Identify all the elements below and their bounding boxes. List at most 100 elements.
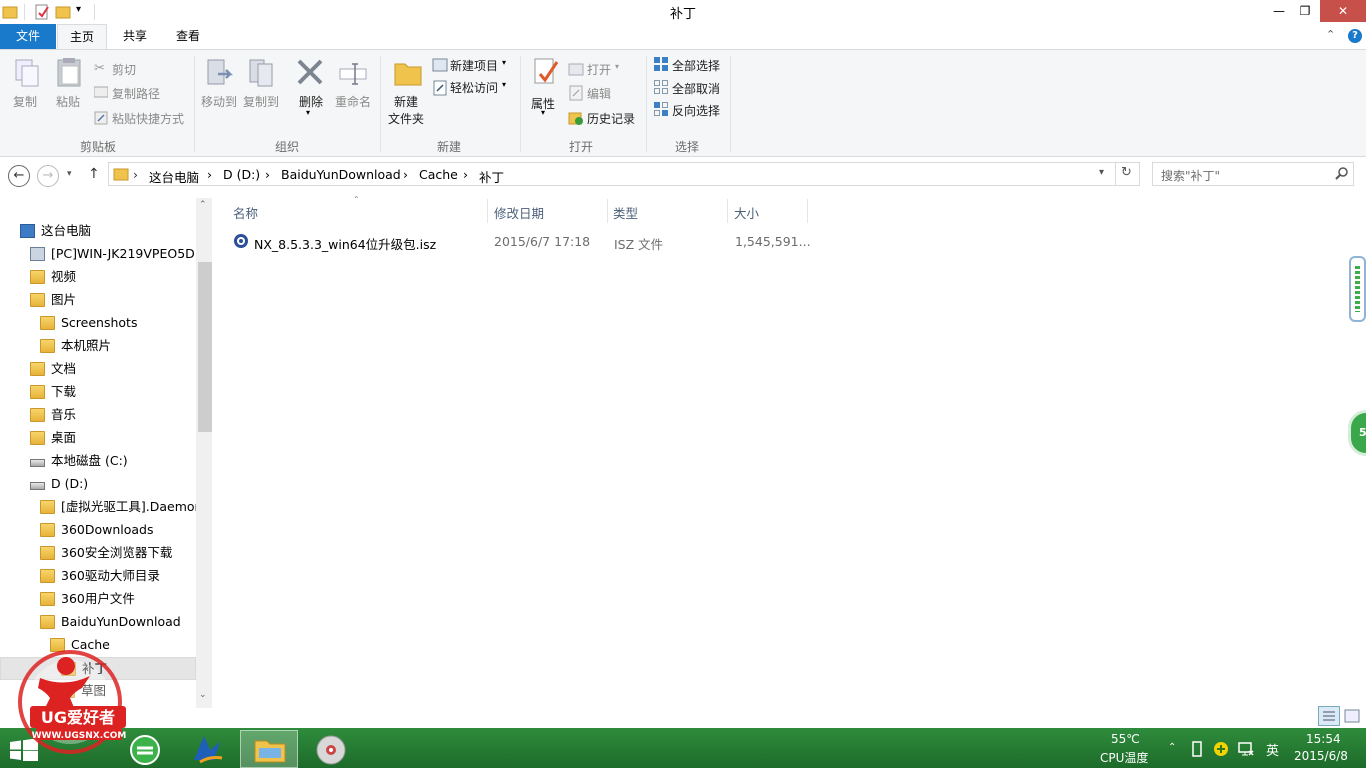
delete-dropdown-icon[interactable]: ▾ [306,108,310,117]
breadcrumb-baiduyundownload[interactable]: BaiduYunDownload [281,167,401,182]
nav-item[interactable]: 这台电脑 [0,220,196,243]
nav-item[interactable]: Screenshots [0,312,196,335]
nav-item[interactable]: 360用户文件 [0,588,196,611]
new-folder-button[interactable] [392,56,424,91]
maximize-button[interactable]: ❐ [1292,0,1318,22]
nav-item[interactable]: 下载 [0,381,196,404]
nav-item[interactable]: D (D:) [0,473,196,496]
new-group-label: 新建 [436,140,461,154]
network-icon[interactable] [1238,741,1254,760]
delete-button[interactable] [294,56,326,91]
copy-path-button[interactable]: 复制路径 [112,85,160,102]
history-icon [568,110,584,126]
properties-dropdown-icon[interactable]: ▾ [541,108,545,117]
select-all-button[interactable]: 全部选择 [672,57,720,74]
collapse-ribbon-icon[interactable]: ⌃ [1326,28,1335,41]
easy-access-dropdown-icon[interactable]: ▾ [502,80,506,89]
cut-button[interactable]: 剪切 [112,61,136,78]
tray-expand-icon[interactable]: ⌃ [1168,742,1176,753]
details-view-icon[interactable] [1318,706,1340,726]
taskbar-file-explorer[interactable] [240,730,298,768]
nav-item[interactable]: 桌面 [0,427,196,450]
breadcrumb-current[interactable]: 补丁 [479,167,504,186]
refresh-icon[interactable]: ↻ [1121,165,1132,180]
nav-item[interactable]: 本机照片 [0,335,196,358]
scroll-down-icon[interactable]: ⌄ [199,690,207,700]
move-to-button[interactable] [204,56,236,91]
nav-item[interactable]: BaiduYunDownload [0,611,196,634]
invert-selection-icon [654,102,670,118]
open-button[interactable]: 打开 [587,61,611,78]
paste-shortcut-button[interactable]: 粘贴快捷方式 [112,110,184,127]
nav-item[interactable]: 360安全浏览器下载 [0,542,196,565]
column-header-size[interactable]: 大小 [734,203,759,222]
nav-item[interactable]: 视频 [0,266,196,289]
select-none-button[interactable]: 全部取消 [672,80,720,97]
open-dropdown-icon[interactable]: ▾ [615,62,619,71]
nav-item[interactable]: 文档 [0,358,196,381]
close-button[interactable]: ✕ [1320,0,1366,22]
nav-item[interactable]: 图片 [0,289,196,312]
paste-button[interactable] [54,56,86,91]
rename-button[interactable] [337,58,369,93]
start-button[interactable] [10,738,38,764]
nav-item[interactable]: 草图 [0,680,196,703]
copy-label: 复制 [13,95,38,109]
copy-to-button[interactable] [246,56,278,91]
new-item-button[interactable]: 新建项目 [450,57,498,74]
edit-button[interactable]: 编辑 [587,85,611,102]
folder-icon [30,270,45,284]
nav-item[interactable]: 360驱动大师目录 [0,565,196,588]
column-header-date[interactable]: 修改日期 [494,203,544,222]
divider [730,56,731,152]
table-row[interactable]: NX_8.5.3.3_win64位升级包.isz 2015/6/7 17:18 … [228,229,818,253]
nav-item[interactable]: Cache [0,634,196,657]
nav-item[interactable]: 360Downloads [0,519,196,542]
search-icon[interactable] [1335,166,1349,183]
tab-home[interactable]: 主页 [57,24,107,50]
nav-item[interactable]: 本地磁盘 (C:) [0,450,196,473]
clock-time[interactable]: 15:54 [1306,732,1341,746]
breadcrumb-cache[interactable]: Cache [419,167,458,182]
minimize-button[interactable]: — [1266,0,1292,22]
nav-item[interactable]: [虚拟光驱工具].Daemon. [0,496,196,519]
copy-button[interactable] [12,58,44,93]
nav-scrollbar-thumb[interactable] [198,262,212,432]
nav-item[interactable]: 补丁 [0,657,196,680]
nav-item-label: 图片 [51,292,77,307]
breadcrumb-this-pc[interactable]: 这台电脑 [149,167,199,186]
tab-file[interactable]: 文件 [0,24,56,49]
up-button[interactable]: ↑ [88,166,100,182]
address-row: ← → ▾ ↑ › 这台电脑 › D (D:) › BaiduYunDownlo… [0,157,1366,195]
breadcrumb-drive-d[interactable]: D (D:) [223,167,260,182]
help-icon[interactable]: ? [1348,29,1362,43]
properties-button[interactable] [530,56,562,91]
new-item-dropdown-icon[interactable]: ▾ [502,58,506,67]
nav-item[interactable]: [PC]WIN-JK219VPEO5D [0,243,196,266]
taskbar-360-browser[interactable] [116,730,174,768]
nav-item[interactable]: 音乐 [0,404,196,427]
tab-share[interactable]: 共享 [110,24,160,49]
floating-360-badge[interactable]: 56 [1348,410,1366,456]
column-header-name[interactable]: 名称 [233,203,258,222]
clock-date[interactable]: 2015/6/8 [1294,749,1348,763]
input-method-indicator[interactable]: 英 [1266,740,1279,759]
search-input[interactable]: 搜索"补丁" [1152,162,1354,186]
recent-locations-dropdown-icon[interactable]: ▾ [67,169,72,179]
forward-button[interactable]: → [37,165,59,187]
address-dropdown-icon[interactable]: ▾ [1099,167,1104,178]
360-tray-icon[interactable] [1213,741,1229,760]
taskbar-disc-app[interactable] [302,730,360,768]
tab-view[interactable]: 查看 [163,24,213,49]
easy-access-button[interactable]: 轻松访问 [450,79,498,96]
history-button[interactable]: 历史记录 [587,110,635,127]
side-widget[interactable] [1349,256,1366,322]
invert-selection-button[interactable]: 反向选择 [672,102,720,119]
scroll-up-icon[interactable]: ⌃ [199,200,207,210]
taskbar-nx-app[interactable] [178,730,236,768]
column-header-type[interactable]: 类型 [613,203,638,222]
back-button[interactable]: ← [8,165,30,187]
large-icons-view-icon[interactable] [1343,707,1361,728]
address-bar[interactable]: › 这台电脑 › D (D:) › BaiduYunDownload › Cac… [108,162,1140,186]
phone-icon[interactable] [1190,741,1204,760]
